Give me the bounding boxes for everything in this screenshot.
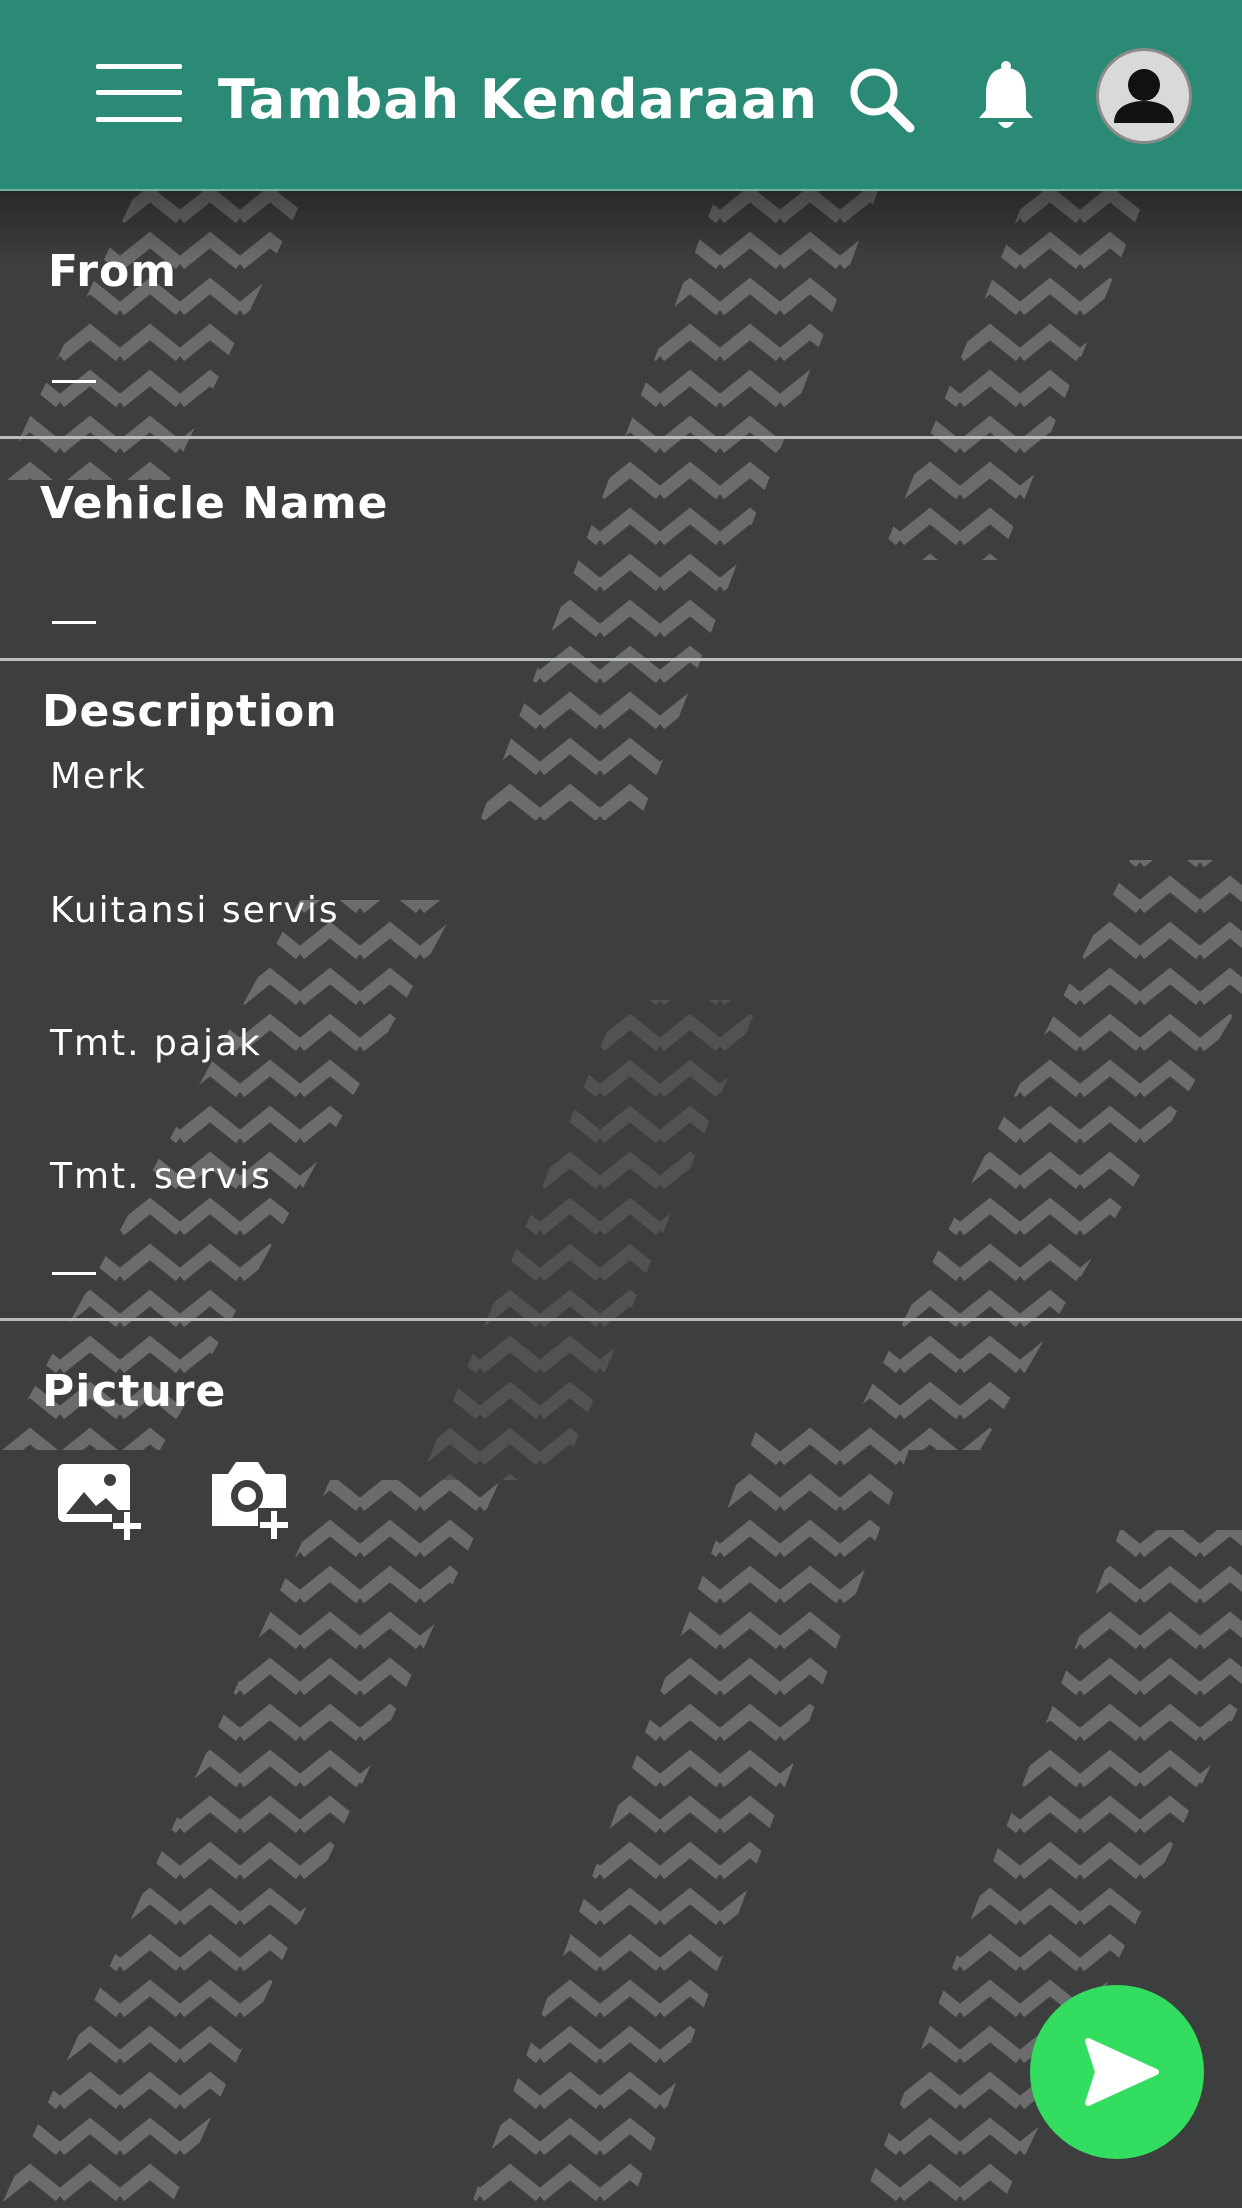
- from-label: From: [48, 246, 178, 297]
- vehicle-name-input[interactable]: [40, 580, 1200, 650]
- person-icon: [1114, 69, 1174, 123]
- add-image-icon[interactable]: [56, 1460, 142, 1540]
- description-divider: [0, 1318, 1242, 1321]
- page-title: Tambah Kendaraan: [218, 68, 818, 131]
- description-item-kuitansi-servis[interactable]: Kuitansi servis: [50, 890, 340, 931]
- description-item-tmt-servis[interactable]: Tmt. servis: [50, 1156, 272, 1197]
- description-item-tmt-pajak[interactable]: Tmt. pajak: [50, 1023, 262, 1064]
- vehicle-name-cursor-dash: [52, 621, 96, 624]
- from-divider: [0, 436, 1242, 439]
- header-shadow: [0, 191, 1242, 261]
- tire-track-background: [0, 0, 1242, 2208]
- vehicle-name-label: Vehicle Name: [40, 478, 389, 529]
- bell-icon[interactable]: [976, 60, 1036, 134]
- add-photo-camera-icon[interactable]: [208, 1458, 290, 1540]
- description-cursor-dash: [52, 1272, 96, 1275]
- vehicle-name-divider: [0, 658, 1242, 661]
- app-header: Tambah Kendaraan: [0, 0, 1242, 191]
- from-cursor-dash: [52, 380, 96, 383]
- hamburger-menu-icon[interactable]: [96, 62, 182, 124]
- send-icon: [1085, 2038, 1159, 2106]
- user-avatar-icon[interactable]: [1096, 48, 1192, 144]
- send-button[interactable]: [1030, 1985, 1204, 2159]
- picture-label: Picture: [42, 1366, 227, 1417]
- description-label: Description: [42, 686, 338, 737]
- search-icon[interactable]: [846, 64, 916, 134]
- from-input[interactable]: [40, 340, 1200, 410]
- description-item-merk[interactable]: Merk: [50, 756, 147, 797]
